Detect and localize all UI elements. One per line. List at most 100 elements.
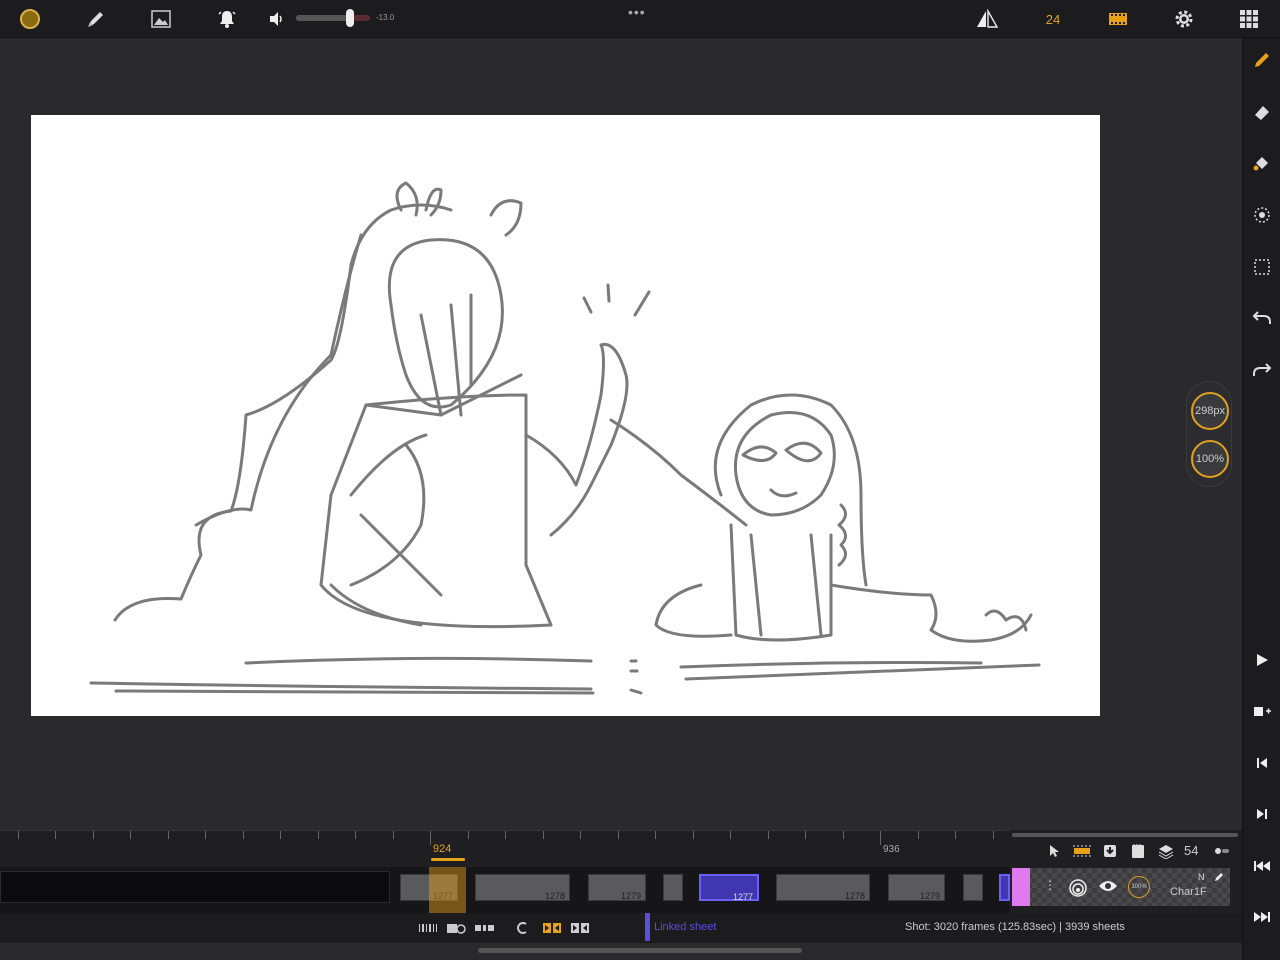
edit-pencil-icon[interactable] <box>1214 872 1224 882</box>
layer-range-button[interactable] <box>1072 843 1092 859</box>
pencil-tool-button[interactable] <box>1251 49 1273 71</box>
brush-tool-button[interactable] <box>83 7 109 31</box>
import-button[interactable] <box>1100 843 1120 859</box>
image-icon <box>151 10 171 28</box>
layer-stack-button[interactable] <box>1156 843 1176 859</box>
cel-block[interactable]: 1278 <box>776 874 870 901</box>
frames-icon <box>475 925 494 931</box>
layer-row[interactable]: ⋮ 100% N Char1F <box>1012 868 1230 906</box>
sheet-button[interactable] <box>1128 843 1148 859</box>
camera-icon <box>447 924 466 934</box>
fast-forward-button[interactable] <box>1251 906 1273 928</box>
brush-size-button[interactable]: 298px <box>1191 392 1229 430</box>
layer-opacity-button[interactable]: 100% <box>1128 876 1150 898</box>
app-window: -13.0 ••• 24 298px 100% 924 936 1277 127… <box>0 0 1280 960</box>
layer-options-button[interactable] <box>1212 843 1232 859</box>
step-back-icon <box>1257 758 1267 768</box>
home-indicator <box>478 948 802 953</box>
top-toolbar: -13.0 ••• 24 <box>0 0 1280 38</box>
blur-tool-button[interactable] <box>1251 204 1273 226</box>
rewind-button[interactable] <box>1251 855 1273 877</box>
color-swatch-icon <box>20 9 40 29</box>
cel-block[interactable] <box>663 874 683 901</box>
cel-block[interactable]: 1278 <box>475 874 570 901</box>
more-menu-button[interactable]: ••• <box>628 4 646 20</box>
cel-block[interactable]: 1279 <box>888 874 945 901</box>
bell-icon <box>218 11 236 28</box>
barcode-icon <box>419 924 437 932</box>
layer-panel: 54 ⋮ 100% N Char1F <box>1010 830 1242 913</box>
select-layer-button[interactable] <box>1044 843 1064 859</box>
notification-button[interactable] <box>214 7 240 31</box>
grid-menu-button[interactable] <box>1236 7 1262 31</box>
flip-button[interactable] <box>974 7 1000 31</box>
fps-label: 24 <box>1045 11 1061 27</box>
eraser-icon <box>1255 106 1269 120</box>
filmstrip-icon <box>1109 13 1127 25</box>
cel-block[interactable] <box>963 874 983 901</box>
volume-slider[interactable] <box>296 15 370 21</box>
grid-icon <box>1240 10 1258 28</box>
right-toolbar <box>1242 38 1280 960</box>
toggle-icon <box>1215 848 1229 854</box>
brush-icon <box>88 12 103 27</box>
onion-prev-button[interactable] <box>542 920 562 936</box>
selection-icon <box>1254 259 1270 275</box>
frame-strip-button[interactable] <box>474 920 496 936</box>
fast-forward-icon <box>1254 912 1270 922</box>
brush-opacity-button[interactable]: 100% <box>1191 440 1229 478</box>
visibility-eye-icon[interactable] <box>1098 879 1118 893</box>
redo-button[interactable] <box>1251 359 1273 381</box>
layer-menu-icon[interactable]: ⋮ <box>1044 878 1056 892</box>
eraser-tool-button[interactable] <box>1251 101 1273 123</box>
flip-icon <box>977 9 999 28</box>
filmstrip-button[interactable] <box>1105 7 1131 31</box>
linked-cel-block[interactable]: 1277 <box>699 874 759 902</box>
linked-sheet-label: Linked sheet <box>654 921 717 933</box>
next-frame-button[interactable] <box>1251 803 1273 825</box>
onion-skin-button[interactable] <box>418 920 438 936</box>
previous-frame-button[interactable] <box>1251 752 1273 774</box>
layer-count: 54 <box>1184 843 1199 858</box>
drawing-canvas[interactable] <box>31 115 1100 716</box>
timeline-bottom-bar: Linked sheet Shot: 3020 frames (125.83se… <box>0 913 1242 943</box>
image-button[interactable] <box>148 7 174 31</box>
volume-button[interactable] <box>264 7 290 31</box>
cel-block[interactable]: 1279 <box>588 874 646 901</box>
undo-button[interactable] <box>1251 307 1273 329</box>
selection-tool-button[interactable] <box>1251 256 1273 278</box>
camera-button[interactable] <box>446 920 468 936</box>
paint-bucket-icon <box>1253 157 1268 171</box>
cursor-icon <box>1050 845 1059 857</box>
fps-button[interactable]: 24 <box>1040 7 1066 31</box>
linked-cel-block[interactable] <box>999 874 1010 901</box>
sparkle-icon <box>1254 207 1270 223</box>
gear-icon <box>1175 10 1193 28</box>
playhead[interactable] <box>429 867 466 913</box>
range-icon <box>1073 845 1091 857</box>
play-button[interactable] <box>1251 649 1273 671</box>
add-frame-button[interactable] <box>1251 700 1273 722</box>
settings-button[interactable] <box>1171 7 1197 31</box>
fill-tool-button[interactable] <box>1251 152 1273 174</box>
color-swatch-button[interactable] <box>17 7 43 31</box>
loop-button[interactable] <box>514 920 532 936</box>
layer-name: Char1F <box>1170 886 1207 898</box>
onion-next-icon <box>571 923 589 933</box>
timeline-track[interactable]: 1277 1278 1279 1277 1278 1279 <box>0 867 1010 913</box>
layers-icon <box>1158 845 1174 859</box>
step-forward-icon <box>1257 809 1267 819</box>
volume-slider-fill <box>296 15 350 21</box>
timeline-ruler[interactable]: 924 936 <box>0 830 1010 867</box>
sketch-drawing <box>89 181 1041 695</box>
onion-next-button[interactable] <box>570 920 590 936</box>
volume-slider-knob[interactable] <box>346 9 354 27</box>
speaker-icon <box>270 12 282 26</box>
layer-panel-handle[interactable] <box>1012 833 1238 837</box>
layer-blend-mode: N <box>1198 872 1205 882</box>
onion-toggle-icon[interactable] <box>1068 877 1088 897</box>
layer-color-tag[interactable] <box>1012 868 1030 906</box>
volume-value: -13.0 <box>376 13 395 22</box>
frame-marker-label: 936 <box>883 844 900 855</box>
onion-prev-icon <box>543 923 561 933</box>
